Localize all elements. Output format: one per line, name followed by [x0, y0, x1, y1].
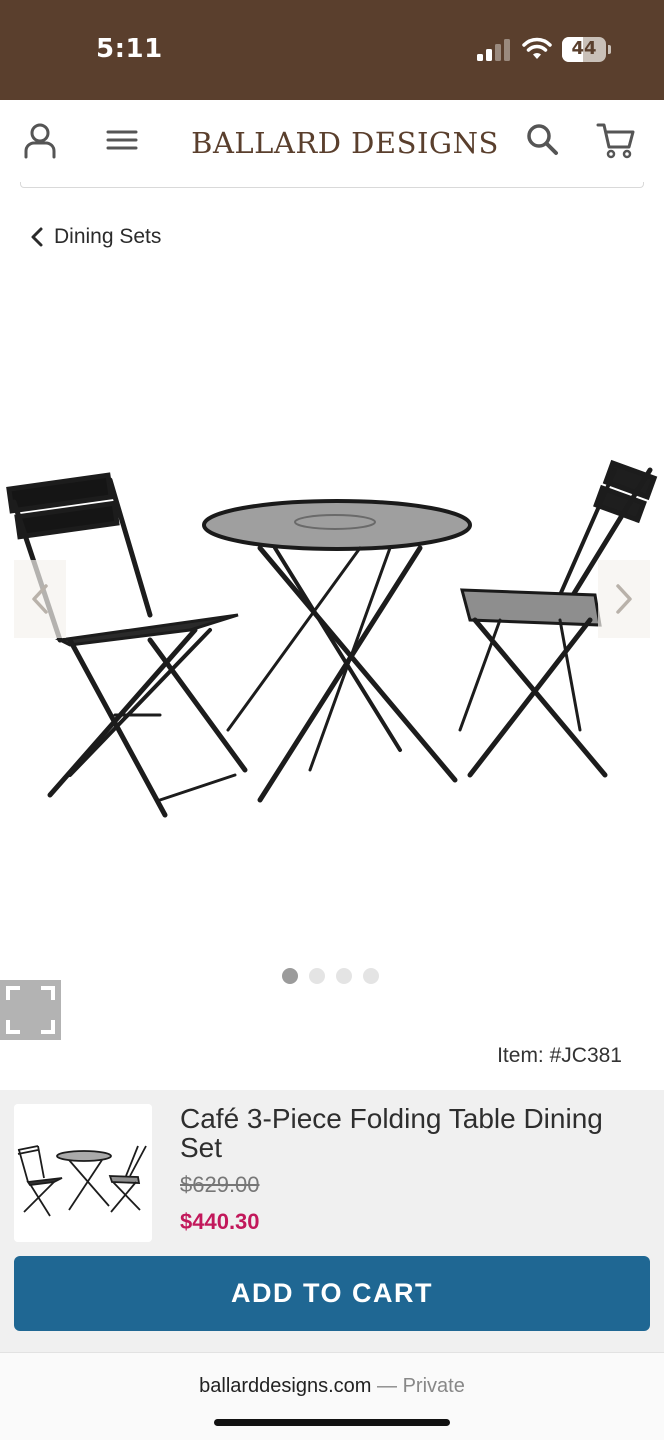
- brand-logo[interactable]: BALLARD DESIGNS: [190, 126, 500, 162]
- fullscreen-icon[interactable]: [0, 980, 61, 1040]
- chevron-left-icon: [32, 584, 48, 614]
- cellular-signal-icon: [477, 39, 510, 61]
- battery-icon: 44: [562, 37, 611, 62]
- product-image[interactable]: [0, 430, 664, 850]
- carousel-dot[interactable]: [309, 968, 325, 984]
- carousel-prev-button[interactable]: [14, 560, 66, 638]
- status-bar: 5:11 44: [0, 0, 664, 100]
- search-icon[interactable]: [522, 120, 562, 160]
- carousel-dots: [282, 968, 379, 988]
- add-to-cart-button[interactable]: ADD TO CART: [14, 1256, 650, 1331]
- site-header: BALLARD DESIGNS: [0, 100, 664, 188]
- account-icon[interactable]: [20, 120, 60, 160]
- breadcrumb[interactable]: Dining Sets: [30, 222, 161, 252]
- item-number: Item: #JC381: [497, 1044, 622, 1067]
- carousel-dot[interactable]: [282, 968, 298, 984]
- private-mode-label: Private: [402, 1375, 465, 1397]
- wifi-icon: [522, 37, 552, 59]
- menu-icon[interactable]: [102, 120, 142, 160]
- product-thumbnail: [14, 1104, 152, 1242]
- header-divider: [20, 182, 644, 188]
- sticky-purchase-bar: Café 3-Piece Folding Table Dining Set $6…: [0, 1090, 664, 1352]
- url-separator: —: [377, 1375, 398, 1397]
- breadcrumb-label: Dining Sets: [54, 225, 162, 248]
- chevron-left-icon: [31, 227, 43, 247]
- sale-price: $440.30: [180, 1209, 260, 1234]
- chevron-right-icon: [616, 584, 632, 614]
- home-indicator[interactable]: [214, 1419, 450, 1426]
- battery-level: 44: [571, 38, 597, 59]
- cart-icon[interactable]: [596, 120, 636, 160]
- carousel-dot[interactable]: [336, 968, 352, 984]
- product-title: Café 3-Piece Folding Table Dining Set: [180, 1103, 603, 1163]
- carousel-next-button[interactable]: [598, 560, 650, 638]
- status-time: 5:11: [96, 34, 163, 64]
- browser-address-bar[interactable]: ballarddesigns.com — Private: [0, 1352, 664, 1440]
- url-domain: ballarddesigns.com: [199, 1375, 372, 1397]
- original-price: $629.00: [180, 1172, 260, 1197]
- url-display[interactable]: ballarddesigns.com — Private: [0, 1375, 664, 1398]
- carousel-dot[interactable]: [363, 968, 379, 984]
